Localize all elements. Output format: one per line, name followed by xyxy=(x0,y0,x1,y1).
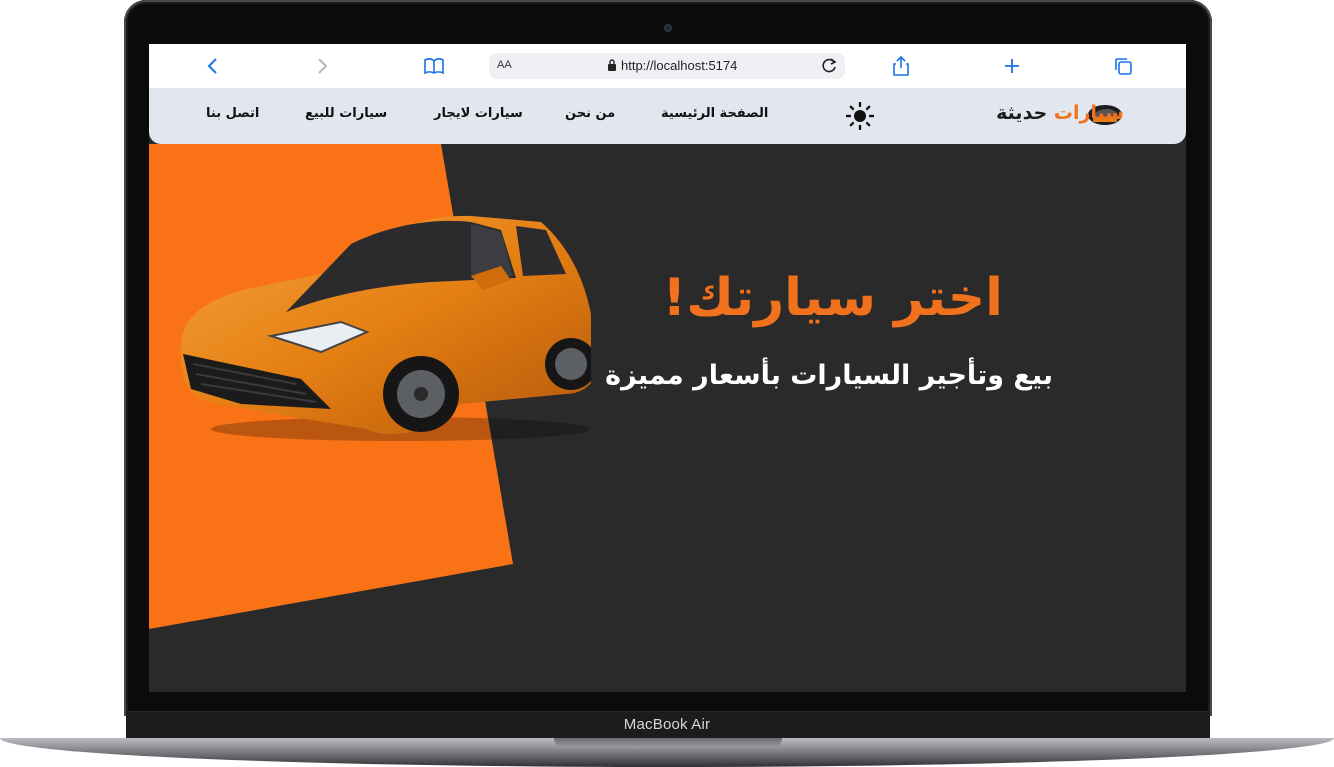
forward-button[interactable] xyxy=(308,52,336,80)
share-button[interactable] xyxy=(887,52,915,80)
camera-icon xyxy=(664,24,672,32)
text-size-button[interactable]: AA xyxy=(497,59,512,71)
tabs-icon xyxy=(1115,58,1132,75)
screen: اختر سيارتك! بيع وتأجير السيارات بأسعار … xyxy=(149,44,1186,692)
nav-home[interactable]: الصفحة الرئيسية xyxy=(661,106,768,121)
site-logo[interactable]: سيارات حديثة xyxy=(996,102,1124,124)
sun-icon[interactable] xyxy=(846,102,874,130)
url-text: http://localhost:5174 xyxy=(621,58,738,73)
back-button[interactable] xyxy=(199,52,227,80)
device-label: MacBook Air xyxy=(623,716,711,733)
site-navbar: سيارات حديثة الصفحة الرئيسية من نحن سيار… xyxy=(149,88,1186,144)
hero-car-image xyxy=(180,215,591,441)
hero-subtitle: بيع وتأجير السيارات بأسعار مميزة xyxy=(605,360,1053,391)
address-bar[interactable]: AA http://localhost:5174 xyxy=(489,53,845,79)
nav-about[interactable]: من نحن xyxy=(565,106,615,121)
browser-toolbar: AA http://localhost:5174 xyxy=(149,44,1186,88)
bookmarks-button[interactable] xyxy=(420,52,448,80)
share-icon xyxy=(893,55,909,76)
chevron-right-icon xyxy=(318,58,328,74)
chevron-left-icon xyxy=(207,58,217,74)
logo-accent-word: سيارات xyxy=(1053,102,1124,124)
hero-title: اختر سيارتك! xyxy=(662,268,1003,328)
plus-icon xyxy=(1005,59,1019,73)
nav-rental-cars[interactable]: سيارات لايجار xyxy=(434,106,523,121)
nav-contact[interactable]: اتصل بنا xyxy=(206,106,259,121)
reload-icon[interactable] xyxy=(819,56,839,76)
laptop-notch xyxy=(554,738,782,748)
new-tab-button[interactable] xyxy=(998,52,1026,80)
logo-main-word: حديثة xyxy=(996,102,1048,124)
nav-cars-for-sale[interactable]: سيارات للبيع xyxy=(305,106,387,121)
book-icon xyxy=(424,58,444,75)
tabs-button[interactable] xyxy=(1109,52,1137,80)
lock-icon xyxy=(608,59,616,71)
